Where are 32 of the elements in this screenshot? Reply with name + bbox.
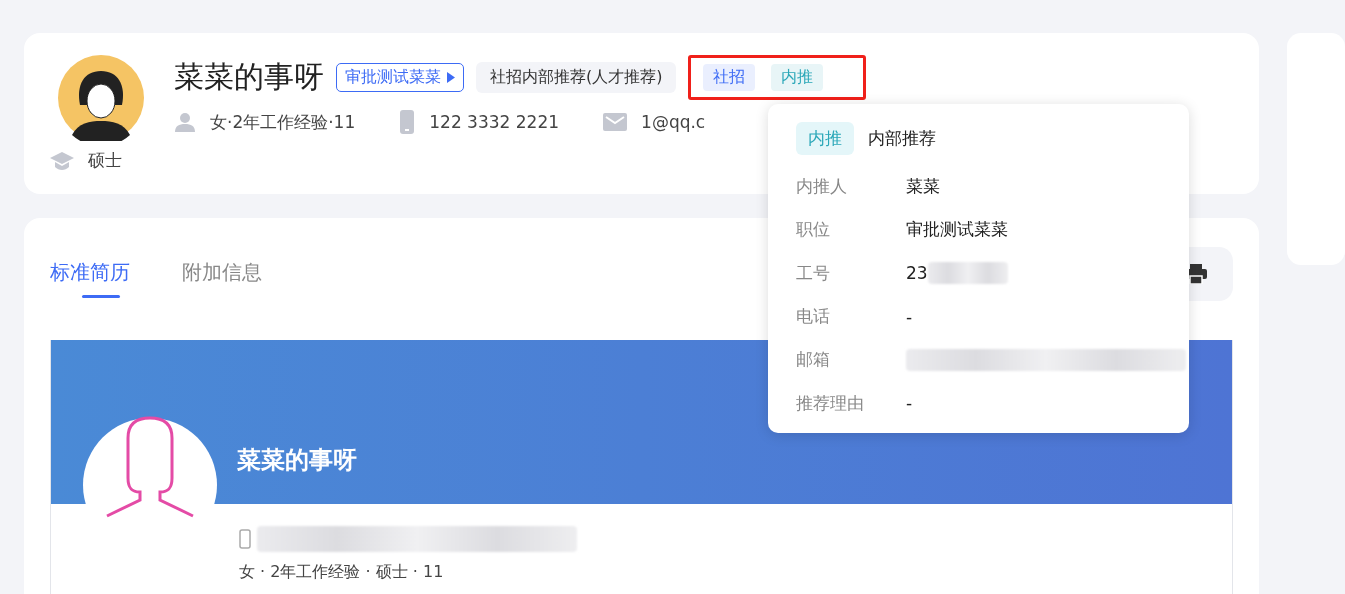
position-tag[interactable]: 审批测试菜菜: [336, 63, 464, 92]
field-label: 工号: [796, 261, 831, 285]
tab[interactable]: 附加信息: [182, 250, 262, 298]
field-value: -: [906, 393, 913, 414]
resume-name: 菜菜的事呀: [237, 445, 357, 476]
field-label: 内推人: [796, 175, 848, 199]
field-value: 23: [906, 263, 928, 284]
field-label: 电话: [796, 305, 831, 329]
graduation-cap-icon: [50, 151, 74, 170]
resume-summary: 女 · 2年工作经验 · 硕士 · 11: [239, 562, 445, 583]
phone-icon: [399, 110, 416, 134]
popover-title: 内部推荐: [868, 127, 936, 150]
info-value: 女·2年工作经验·11: [210, 110, 356, 134]
field-label: 邮箱: [796, 348, 831, 372]
degree-text: 硕士: [88, 149, 122, 172]
tab[interactable]: 标准简历: [50, 250, 130, 298]
info-value: 1@qq.c: [641, 112, 706, 132]
popover-tag: 内推: [796, 122, 854, 155]
tag[interactable]: 内推: [771, 64, 824, 91]
field-value: 菜菜: [906, 175, 940, 199]
candidate-name: 菜菜的事呀: [174, 58, 324, 96]
phone-icon: [239, 529, 251, 549]
field-label: 推荐理由: [796, 391, 865, 415]
info-value: 122 3332 2221: [429, 112, 560, 132]
person-icon: [174, 112, 196, 132]
play-icon: [447, 72, 455, 83]
field-value: -: [906, 306, 913, 327]
field-value: 审批测试菜菜: [906, 218, 1008, 242]
tag[interactable]: 社招: [703, 64, 756, 91]
source-tag: 社招内部推荐(人才推荐): [476, 62, 677, 93]
field-label: 职位: [796, 218, 831, 242]
mail-icon: [603, 113, 628, 131]
